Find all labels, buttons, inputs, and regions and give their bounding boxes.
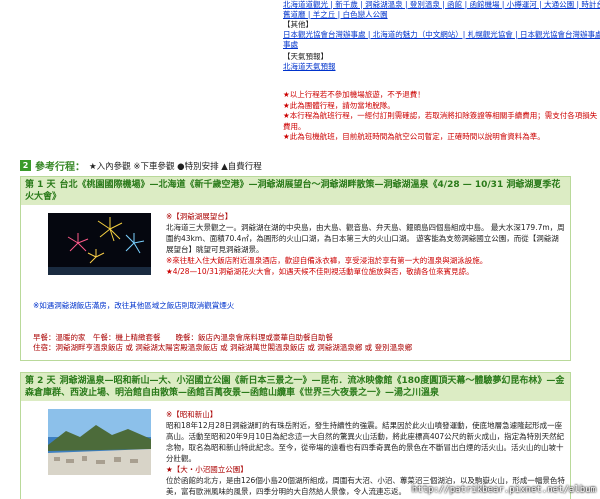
day-2-card: 第 2 天洞爺湖溫泉—昭和新山—大、小沼國立公園《新日本三景之一》—昆布．流冰映…: [20, 372, 571, 499]
mountain-town-photo: [48, 409, 151, 475]
day-1-header: 第 1 天台北《桃園國際機場》—北海道《新千歲空港》—洞爺湖展望台～洞爺湖畔散策…: [21, 177, 570, 205]
section-number-badge: 2: [20, 160, 31, 171]
note-item: ★本行程為航班行程，一經付訂則需確認，若取消將扣除簽證等相關手續費用；需支付各項…: [283, 111, 598, 131]
day-2-route: 洞爺湖溫泉—昭和新山—大、小沼國立公園《新日本三景之一》—昆布．流冰映像館《18…: [25, 376, 565, 398]
weather-label: 【天氣預報】: [283, 52, 328, 61]
legend: ★入內參觀 ※下車參觀 ●特別安排 ▲自費行程: [89, 161, 262, 172]
section-title: ※【昭和新山】: [166, 410, 218, 419]
day-1-label: 第 1 天: [25, 180, 56, 190]
tour-notes: ★以上行程若不參加機場旅遊，不予退費！ ★此為團體行程，請勿當地脫隊。 ★本行程…: [283, 90, 600, 143]
description-text: 北海道三大景觀之一。洞爺湖在湖的中央島，由大島、觀音島、弁天島、饅頭島四個島組成…: [166, 223, 565, 254]
day-1-description: ※【洞爺湖展望台】 北海道三大景觀之一。洞爺湖在湖的中央島，由大島、觀音島、弁天…: [166, 211, 566, 277]
day-1-route: 台北《桃園國際機場》—北海道《新千歲空港》—洞爺湖展望台～洞爺湖畔散策—洞爺湖溫…: [25, 180, 561, 202]
related-links: 北海道道觀光 | 新千歲 | 洞爺湖溫泉 | 登別溫泉 | 函館 | 函館機場 …: [283, 0, 600, 72]
note-item: ★以上行程若不參加機場旅遊，不予退費！: [283, 90, 425, 99]
day-2-description: ※【昭和新山】 昭和18年12月28日洞爺湖町的有珠岳附近，發生持續性的強震。結…: [166, 409, 566, 497]
link-row-1[interactable]: 北海道道觀光 | 新千歲 | 洞爺湖溫泉 | 登別溫泉 | 函館 | 函館機場 …: [283, 0, 600, 10]
watermark: http://patrikbear.pixnet.net/album: [411, 485, 596, 495]
day-2-header: 第 2 天洞爺湖溫泉—昭和新山—大、小沼國立公園《新日本三景之一》—昆布．流冰映…: [21, 373, 570, 401]
link-row-2[interactable]: 舊道廳 | 羊之丘 | 白色戀人公園: [283, 10, 600, 20]
description-text: 昭和18年12月28日洞爺湖町的有珠岳附近，發生持續性的強震。結果因於此火山噴發…: [166, 421, 565, 463]
ref-itinerary-heading: 2 參考行程： ★入內參觀 ※下車參觀 ●特別安排 ▲自費行程: [20, 158, 262, 173]
day-1-meals: 早餐：溫暖的家 午餐：機上精緻套餐 晚餐：飯店內溫泉會席料理或豪華自助餐自助餐: [33, 333, 333, 342]
note-item: ★此為團體行程，請勿當地脫隊。: [283, 100, 395, 110]
section-title-2: ★【大・小沼國立公園】: [166, 465, 248, 474]
description-note: ★4/28—10/31洞爺湖花火大會，如遇天候不佳則視活動單位施放與否，敬請各位…: [166, 267, 474, 276]
section-title: ※【洞爺湖展望台】: [166, 212, 233, 221]
other-label: 【其他】: [283, 20, 313, 29]
weather-link[interactable]: 北海道天氣預報: [283, 62, 600, 72]
day-1-note: ※如遇洞爺湖飯店滿房，改往其他區域之飯店則取消觀賞煙火: [33, 301, 235, 310]
link-row-4[interactable]: 事處: [283, 40, 600, 50]
day-1-body: ※【洞爺湖展望台】 北海道三大景觀之一。洞爺湖在湖的中央島，由大島、觀音島、弁天…: [21, 205, 570, 352]
day-1-stay: 住宿：洞爺湖畔亨溫泉飯店 或 洞爺湖太陽宮殿溫泉飯店 或 洞爺湖萬世閣溫泉飯店 …: [33, 343, 413, 352]
link-row-3[interactable]: 日本觀光協會台灣辦事處 | 北海道的魅力（中文網站）| 札幌觀光協會 | 日本觀…: [283, 30, 600, 40]
section-title: 參考行程：: [35, 162, 85, 173]
day-1-card: 第 1 天台北《桃園國際機場》—北海道《新千歲空港》—洞爺湖展望台～洞爺湖畔散策…: [20, 176, 571, 361]
description-note: ※來往駐入住大飯店附近溫泉酒店，歡迎自備泳衣褲，享受浸泡於享有第一大的溫泉與湖泳…: [166, 256, 488, 265]
fireworks-photo: [48, 213, 151, 275]
day-2-label: 第 2 天: [25, 376, 56, 386]
note-item: ★此為包機航班，目前航班時間為航空公司暫定，正確時間以說明會資料為準。: [283, 132, 545, 141]
